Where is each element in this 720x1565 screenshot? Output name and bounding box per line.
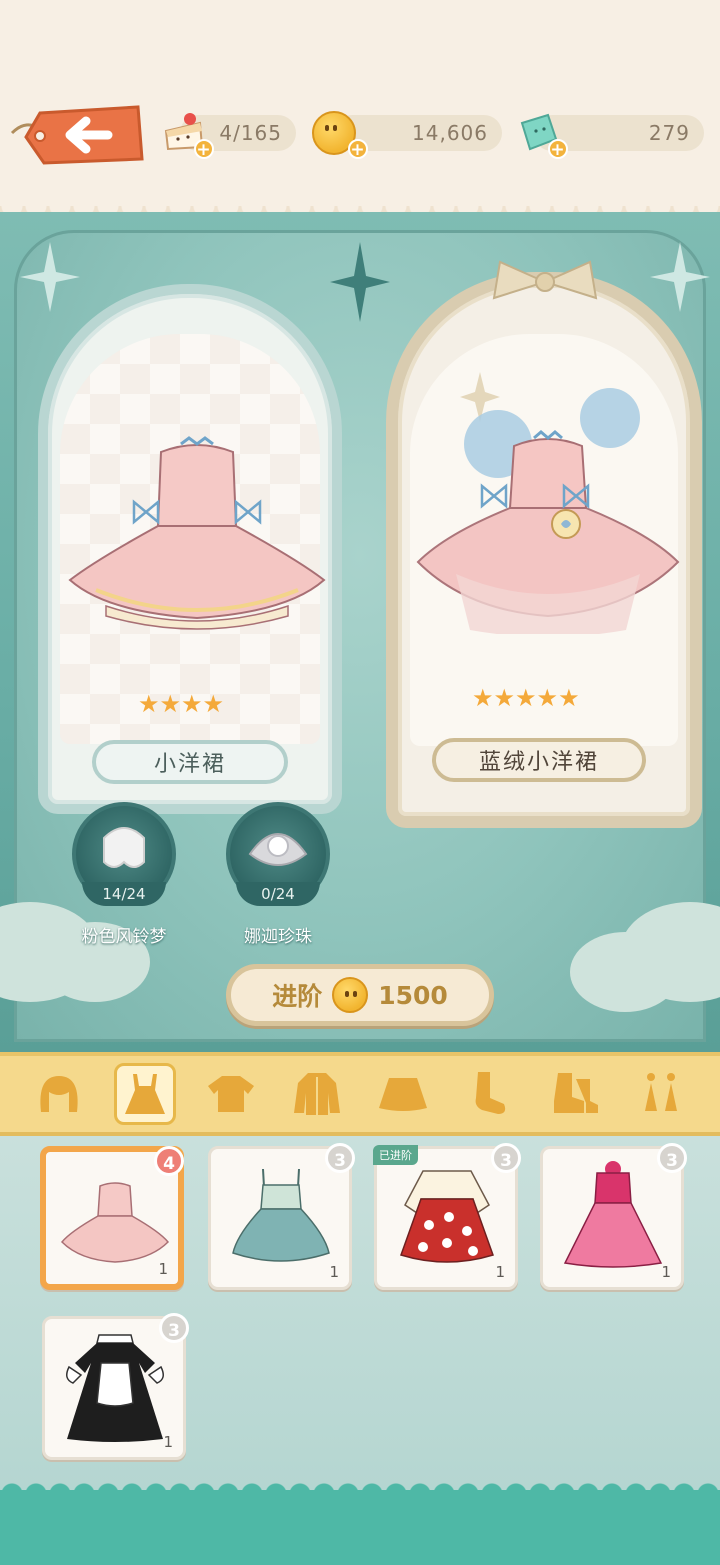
coin-icon — [332, 977, 369, 1013]
material-slot-2[interactable]: 0/24 — [226, 802, 330, 906]
dress-icon — [563, 1161, 663, 1268]
upgraded-item-name: 蓝绒小洋裙 — [432, 738, 646, 782]
card-quantity: 1 — [329, 1263, 339, 1281]
windchime-icon — [103, 827, 145, 868]
card-star-badge: 3 — [325, 1143, 355, 1173]
current-item-stars: ★★★★ — [138, 690, 225, 718]
stamina-value: 4/165 — [219, 121, 282, 145]
upgraded-item-stars: ★★★★★ — [472, 684, 580, 712]
card-star-badge: 3 — [159, 1313, 189, 1343]
bottom-decoration — [0, 1480, 720, 1565]
material-2-name: 娜迦珍珠 — [244, 927, 312, 947]
tab-coat[interactable] — [286, 1063, 348, 1125]
card-star-badge: 4 — [154, 1146, 184, 1176]
dress-icon — [125, 1074, 165, 1114]
item-card-maid-dress[interactable]: 3 1 — [42, 1313, 189, 1460]
top-bar: + 4/165 + 14,606 + 279 — [0, 0, 720, 220]
advance-cost: 1500 — [378, 980, 448, 1010]
stamina-counter: + 4/165 — [164, 113, 296, 160]
tab-top[interactable] — [200, 1063, 262, 1125]
dress-icon — [232, 1168, 330, 1262]
dress-icon — [60, 1182, 170, 1263]
upgraded-tag: 已进阶 — [373, 1145, 418, 1165]
item-card-pink-dress[interactable]: 4 1 — [40, 1146, 184, 1290]
sparkle-icon — [650, 242, 710, 312]
card-quantity: 1 — [158, 1260, 168, 1278]
item-grid: 4 1 3 1 已进阶 3 1 3 1 3 1 — [0, 1136, 720, 1490]
shoes-icon — [554, 1073, 598, 1113]
material-1-count: 14/24 — [82, 882, 166, 906]
card-star-badge: 3 — [657, 1143, 687, 1173]
gem-counter: + 279 — [520, 113, 704, 160]
card-star-badge: 3 — [491, 1143, 521, 1173]
card-quantity: 1 — [661, 1263, 671, 1281]
card-quantity: 1 — [495, 1263, 505, 1281]
coins-value: 14,606 — [412, 121, 488, 145]
pearl-shell-icon — [248, 833, 308, 866]
hair-icon — [40, 1076, 78, 1112]
tab-skirt[interactable] — [372, 1063, 434, 1125]
advance-label: 进阶 — [272, 982, 323, 1011]
material-1-name: 粉色风铃梦 — [81, 927, 167, 947]
bow-ornament-icon — [492, 260, 598, 300]
dress-icon — [400, 1170, 494, 1263]
card-quantity: 1 — [163, 1433, 173, 1451]
sparkle-icon — [330, 242, 390, 322]
top-icon — [208, 1076, 254, 1112]
tab-shoes[interactable] — [544, 1063, 606, 1125]
material-slot-1[interactable]: 14/24 — [72, 802, 176, 906]
add-coins-button[interactable]: + — [348, 139, 368, 160]
advance-button[interactable]: 进阶 1500 — [226, 964, 494, 1026]
upgrade-scene: ★★★★ 小洋裙 ★★★★★ 蓝绒小洋裙 14/24 粉色风铃梦 0/24 娜迦… — [0, 212, 720, 1052]
skirt-icon — [379, 1078, 427, 1111]
accessory-icon — [645, 1073, 677, 1111]
material-2-count: 0/24 — [236, 882, 320, 906]
add-stamina-button[interactable]: + — [194, 139, 214, 160]
item-card-polka-dress[interactable]: 已进阶 3 1 — [373, 1143, 521, 1290]
cloud-decoration — [570, 932, 680, 1012]
tab-accessory[interactable] — [630, 1063, 692, 1125]
tab-socks[interactable] — [458, 1063, 520, 1125]
tab-dress[interactable] — [114, 1063, 176, 1125]
dress-icon — [66, 1334, 164, 1442]
dress-icon — [68, 436, 326, 630]
coat-icon — [294, 1073, 340, 1115]
socks-icon — [475, 1072, 506, 1114]
item-card-teal-dress[interactable]: 3 1 — [208, 1143, 355, 1290]
sparkle-icon — [20, 242, 80, 312]
category-bar — [0, 1052, 720, 1136]
add-gems-button[interactable]: + — [548, 139, 568, 160]
dress-icon — [416, 388, 680, 634]
coin-counter: + 14,606 — [312, 111, 502, 160]
back-button[interactable] — [8, 103, 146, 167]
current-item-name: 小洋裙 — [92, 740, 288, 784]
tab-hair[interactable] — [28, 1063, 90, 1125]
item-card-pink-gown[interactable]: 3 1 — [540, 1143, 687, 1290]
gems-value: 279 — [648, 121, 690, 145]
